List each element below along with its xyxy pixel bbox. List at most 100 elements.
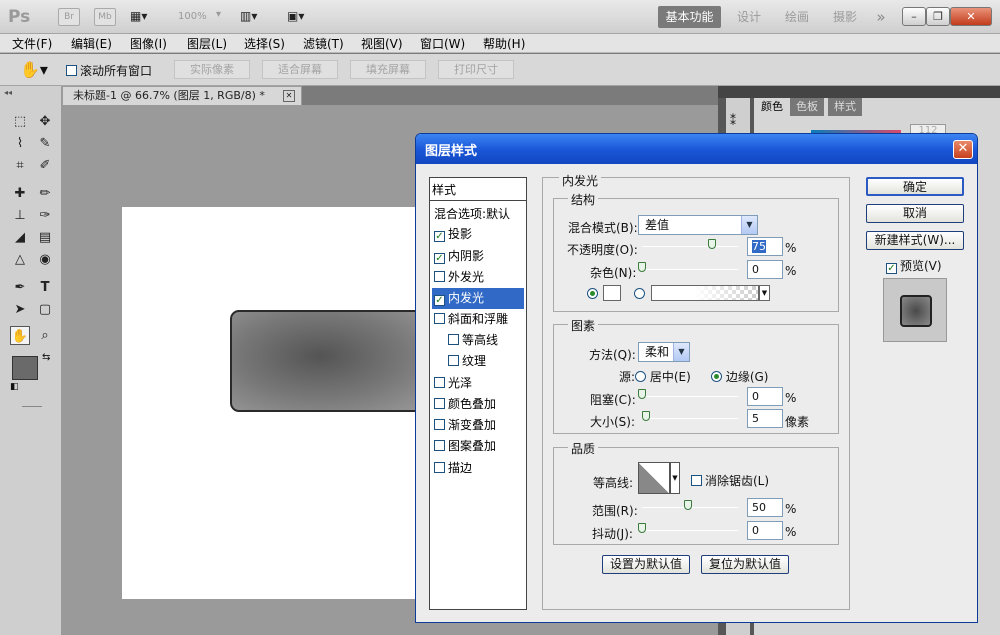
style-list-item[interactable]: 外发光 <box>432 267 524 288</box>
collapse-tools-icon[interactable]: ◂◂ <box>4 88 12 97</box>
minimize-button[interactable]: – <box>902 7 926 26</box>
preview-checkbox[interactable]: ✓ 预览(V) <box>886 257 942 274</box>
lasso-tool-icon[interactable]: ⌇ <box>10 134 30 153</box>
opacity-slider[interactable] <box>642 246 738 247</box>
gradient-radio[interactable] <box>634 287 645 301</box>
style-list-item[interactable]: 样式 <box>430 180 526 201</box>
make-default-button[interactable]: 设置为默认值 <box>602 555 690 574</box>
contour-dropdown-icon[interactable]: ▼ <box>670 462 680 494</box>
view-extras-icon[interactable]: ▦▾ <box>130 9 160 25</box>
method-select[interactable]: 柔和 ▼ <box>638 342 690 362</box>
blend-mode-select[interactable]: 差值 ▼ <box>638 215 758 235</box>
source-center-radio[interactable]: 居中(E) <box>635 368 691 385</box>
workspace-painting[interactable]: 绘画 <box>779 6 815 28</box>
style-list-item[interactable]: 斜面和浮雕 <box>432 309 524 330</box>
menu-image[interactable]: 图像(I) <box>130 35 167 52</box>
panel-icon[interactable]: ⁑ <box>730 114 736 128</box>
style-list-item[interactable]: ✓ 内阴影 <box>432 246 524 267</box>
dialog-close-button[interactable]: ✕ <box>953 140 973 159</box>
style-list-item[interactable]: 描边 <box>432 458 524 479</box>
menu-window[interactable]: 窗口(W) <box>420 35 465 52</box>
menu-file[interactable]: 文件(F) <box>12 35 52 52</box>
move-tool-icon[interactable]: ✥ <box>35 112 55 131</box>
jitter-slider[interactable] <box>642 530 738 531</box>
healing-brush-tool-icon[interactable]: ✚ <box>10 184 30 203</box>
dialog-title-bar[interactable]: 图层样式 ✕ <box>416 134 977 164</box>
foreground-color-swatch[interactable] <box>12 356 38 380</box>
scroll-all-windows-checkbox[interactable]: 滚动所有窗口 <box>66 62 152 79</box>
dodge-tool-icon[interactable]: ◉ <box>35 250 55 269</box>
range-slider-thumb[interactable] <box>684 500 692 510</box>
menu-edit[interactable]: 编辑(E) <box>71 35 112 52</box>
fill-screen-button[interactable]: 填充屏幕 <box>350 60 426 79</box>
restore-button[interactable]: ❐ <box>926 7 950 26</box>
menu-select[interactable]: 选择(S) <box>244 35 285 52</box>
source-edge-radio[interactable]: 边缘(G) <box>711 368 769 385</box>
contour-picker[interactable] <box>638 462 670 494</box>
menu-layer[interactable]: 图层(L) <box>187 35 227 52</box>
size-slider-thumb[interactable] <box>642 411 650 421</box>
gradient-tool-icon[interactable]: ▤ <box>35 228 55 247</box>
range-input[interactable]: 50 <box>747 498 783 517</box>
brush-tool-icon[interactable]: ✏ <box>35 184 55 203</box>
style-list-item[interactable]: 颜色叠加 <box>432 394 524 415</box>
hand-tool-preset-icon[interactable]: ✋▾ <box>20 60 48 79</box>
pen-tool-icon[interactable]: ✒ <box>10 278 30 297</box>
choke-slider-thumb[interactable] <box>638 389 646 399</box>
new-style-button[interactable]: 新建样式(W)... <box>866 231 964 250</box>
jitter-input[interactable]: 0 <box>747 521 783 540</box>
antialias-checkbox[interactable]: 消除锯齿(L) <box>691 472 769 489</box>
workspace-photography[interactable]: 摄影 <box>827 6 863 28</box>
workspace-essentials[interactable]: 基本功能 <box>658 6 721 28</box>
screen-mode-icon[interactable]: ▣▾ <box>287 9 304 23</box>
more-workspaces-icon[interactable]: » <box>870 6 892 28</box>
zoom-tool-icon[interactable]: ⌕ <box>35 326 55 345</box>
style-list-item[interactable]: 混合选项:默认 <box>432 204 524 225</box>
document-close-icon[interactable]: ✕ <box>283 90 295 102</box>
bridge-button[interactable]: Br <box>58 8 80 26</box>
jitter-slider-thumb[interactable] <box>638 523 646 533</box>
choke-slider[interactable] <box>642 396 738 397</box>
noise-input[interactable]: 0 <box>747 260 783 279</box>
hand-tool-icon[interactable]: ✋ <box>10 326 30 345</box>
tab-color[interactable]: 颜色 <box>756 98 788 116</box>
type-tool-icon[interactable]: T <box>35 278 55 297</box>
size-input[interactable]: 5 <box>747 409 783 428</box>
gradient-dropdown-icon[interactable]: ▼ <box>759 285 770 301</box>
style-list-item[interactable]: ✓ 内发光 <box>432 288 524 309</box>
shape-tool-icon[interactable]: ▢ <box>35 300 55 319</box>
noise-slider-thumb[interactable] <box>638 262 646 272</box>
zoom-level[interactable]: 100% <box>178 11 207 22</box>
opacity-input[interactable]: 75 <box>747 237 783 256</box>
style-list-item[interactable]: 纹理 <box>432 351 524 372</box>
marquee-tool-icon[interactable]: ⬚ <box>10 112 30 131</box>
menu-filter[interactable]: 滤镜(T) <box>303 35 344 52</box>
style-list-item[interactable]: 光泽 <box>432 373 524 394</box>
history-brush-tool-icon[interactable]: ✑ <box>35 206 55 225</box>
eraser-tool-icon[interactable]: ◢ <box>10 228 30 247</box>
arrange-documents-icon[interactable]: ▥▾ <box>240 9 257 23</box>
menu-help[interactable]: 帮助(H) <box>483 35 525 52</box>
quick-selection-tool-icon[interactable]: ✎ <box>35 134 55 153</box>
style-list-item[interactable]: 等高线 <box>432 330 524 351</box>
blur-tool-icon[interactable]: △ <box>10 250 30 269</box>
default-colors-icon[interactable]: ◧ <box>10 382 19 392</box>
noise-slider[interactable] <box>642 269 738 270</box>
tab-styles[interactable]: 样式 <box>828 98 862 116</box>
style-list-item[interactable]: 渐变叠加 <box>432 415 524 436</box>
glow-color-swatch[interactable] <box>603 285 621 301</box>
actual-pixels-button[interactable]: 实际像素 <box>174 60 250 79</box>
document-tab[interactable]: 未标题-1 @ 66.7% (图层 1, RGB/8) * ✕ <box>62 86 302 105</box>
zoom-dropdown-icon[interactable]: ▾ <box>216 9 221 20</box>
fit-screen-button[interactable]: 适合屏幕 <box>262 60 338 79</box>
size-slider[interactable] <box>642 418 738 419</box>
style-list-item[interactable]: 图案叠加 <box>432 436 524 457</box>
menu-view[interactable]: 视图(V) <box>361 35 403 52</box>
solid-color-radio[interactable] <box>587 287 598 301</box>
gradient-picker[interactable] <box>651 285 759 301</box>
style-list-item[interactable]: ✓ 投影 <box>432 224 524 245</box>
ok-button[interactable]: 确定 <box>866 177 964 196</box>
opacity-slider-thumb[interactable] <box>708 239 716 249</box>
reset-default-button[interactable]: 复位为默认值 <box>701 555 789 574</box>
choke-input[interactable]: 0 <box>747 387 783 406</box>
